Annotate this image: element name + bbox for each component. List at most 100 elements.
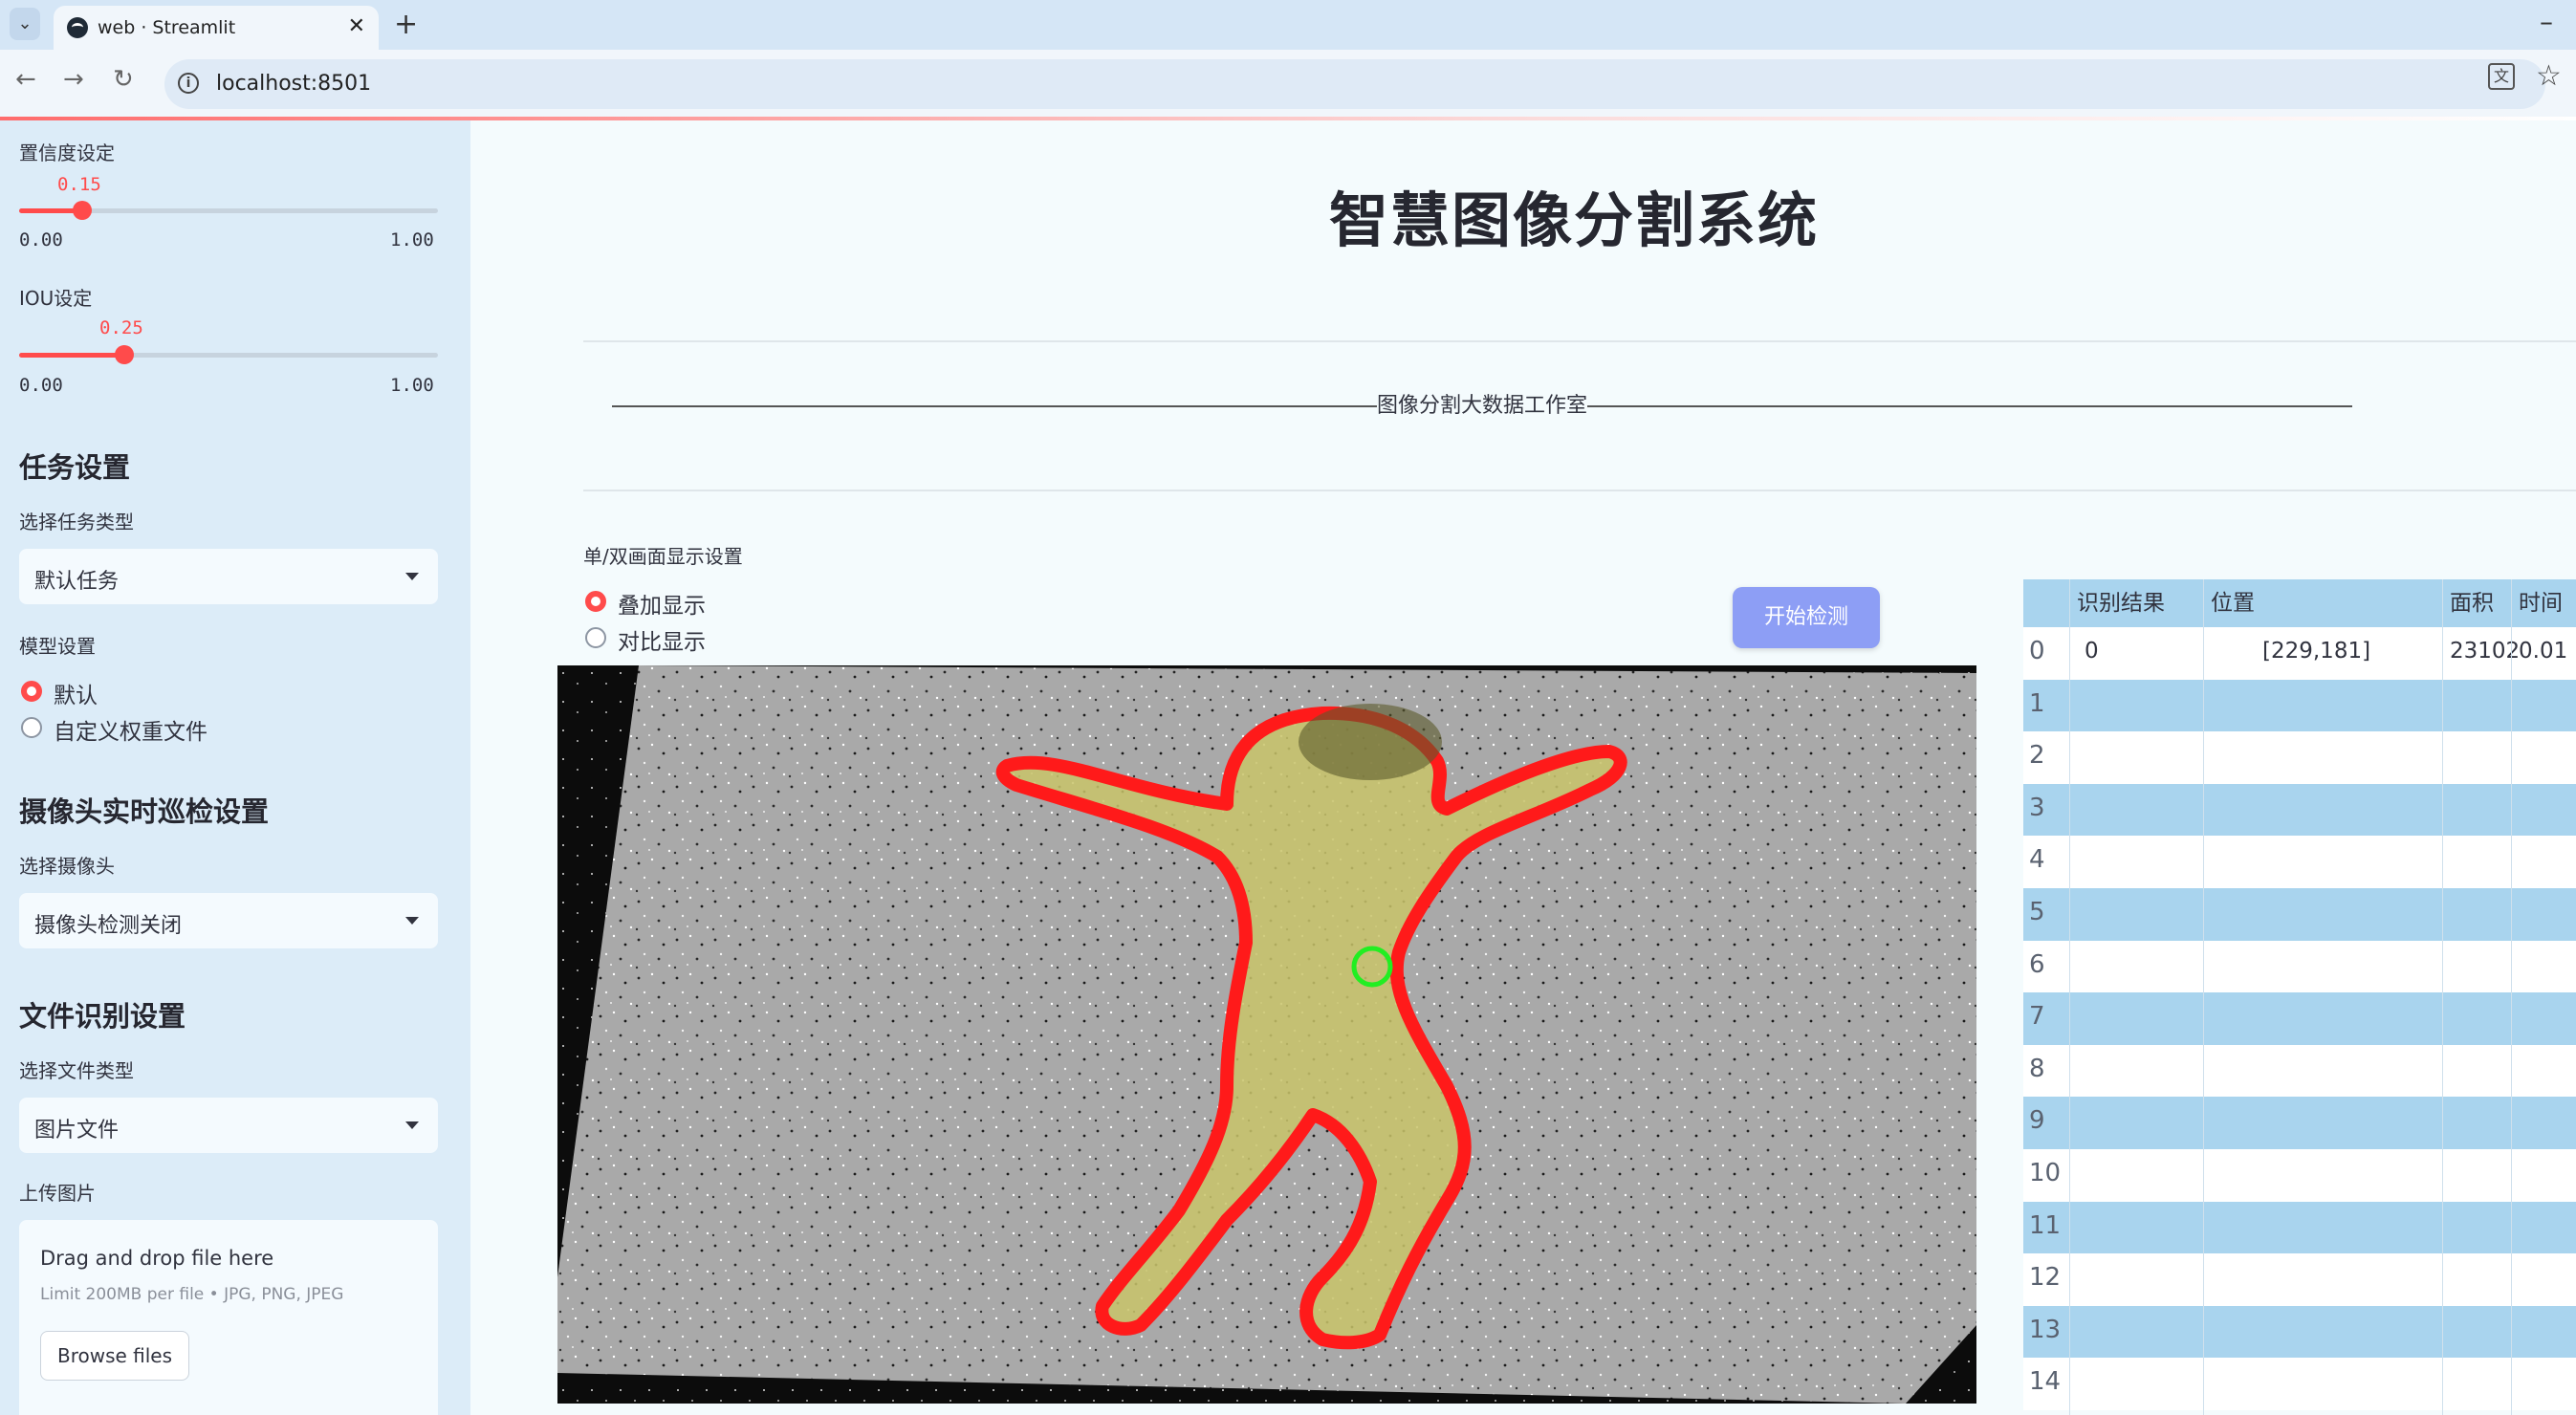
- column-header-area[interactable]: 面积: [2450, 579, 2494, 627]
- row-index: 14: [2029, 1367, 2062, 1397]
- file-type-select[interactable]: 图片文件: [19, 1098, 438, 1153]
- reload-icon[interactable]: ↻: [113, 65, 134, 94]
- display-radio-overlay[interactable]: [585, 591, 606, 612]
- task-type-select[interactable]: 默认任务: [19, 549, 438, 604]
- row-index: 13: [2029, 1315, 2062, 1344]
- display-mode-label: 单/双画面显示设置: [583, 545, 743, 568]
- file-type-label: 选择文件类型: [19, 1059, 134, 1082]
- column-divider: [2069, 579, 2070, 1415]
- model-radio-custom[interactable]: [21, 717, 42, 738]
- browser-address-bar: ← → ↻ i localhost:8501: [0, 50, 2576, 117]
- row-index: 11: [2029, 1210, 2062, 1240]
- model-label: 模型设置: [19, 635, 96, 658]
- column-divider: [2442, 579, 2443, 1415]
- cell-position: [229,181]: [2262, 639, 2371, 664]
- table-row[interactable]: 13: [2023, 1305, 2576, 1359]
- iou-slider-fill: [19, 353, 124, 358]
- row-index: 6: [2029, 949, 2045, 979]
- table-row[interactable]: 14: [2023, 1358, 2576, 1410]
- iou-min: 0.00: [19, 375, 63, 396]
- results-table: 识别结果 位置 面积 时间 0 0 [229,181] 23102 0.01 1 2 3 4 5 6…: [2023, 579, 2576, 1415]
- back-arrow-icon[interactable]: ←: [15, 65, 36, 94]
- confidence-min: 0.00: [19, 229, 63, 250]
- column-header-position[interactable]: 位置: [2211, 579, 2255, 627]
- row-index: 2: [2029, 741, 2045, 771]
- table-row[interactable]: 0 0 [229,181] 23102 0.01: [2023, 627, 2576, 680]
- model-option-default[interactable]: 默认: [54, 677, 98, 709]
- confidence-max: 1.00: [390, 229, 434, 250]
- streamlit-favicon-icon: [67, 17, 88, 38]
- close-tab-icon[interactable]: ✕: [348, 14, 365, 38]
- new-tab-icon[interactable]: +: [394, 8, 418, 41]
- camera-select[interactable]: 摄像头检测关闭: [19, 893, 438, 948]
- subtitle-line: 图像分割大数据工作室: [583, 388, 2381, 419]
- row-index: 4: [2029, 845, 2045, 875]
- iou-label: IOU设定: [19, 287, 93, 310]
- table-row[interactable]: 12: [2023, 1253, 2576, 1306]
- start-detection-button[interactable]: 开始检测: [1733, 587, 1880, 648]
- table-row[interactable]: 2: [2023, 731, 2576, 784]
- table-row[interactable]: 9: [2023, 1097, 2576, 1149]
- display-radio-compare[interactable]: [585, 627, 606, 648]
- row-index: 12: [2029, 1263, 2062, 1293]
- row-index: 8: [2029, 1054, 2045, 1083]
- display-option-overlay[interactable]: 叠加显示: [618, 587, 706, 620]
- minimize-window-icon[interactable]: –: [2540, 6, 2553, 37]
- tab-list-dropdown-icon[interactable]: ⌄: [10, 8, 40, 40]
- column-header-result[interactable]: 识别结果: [2077, 579, 2165, 627]
- table-row[interactable]: 10: [2023, 1149, 2576, 1202]
- chevron-down-icon: [405, 573, 419, 580]
- confidence-slider[interactable]: [19, 201, 438, 220]
- camera-label: 选择摄像头: [19, 855, 115, 878]
- bookmark-star-icon[interactable]: ☆: [2536, 59, 2562, 93]
- upload-label: 上传图片: [19, 1182, 96, 1205]
- table-row[interactable]: 7: [2023, 992, 2576, 1045]
- camera-heading: 摄像头实时巡检设置: [19, 795, 270, 828]
- task-heading: 任务设置: [19, 451, 131, 484]
- column-divider: [2203, 579, 2204, 1415]
- table-row[interactable]: 3: [2023, 783, 2576, 837]
- model-radio-default[interactable]: [21, 681, 42, 702]
- confidence-slider-thumb[interactable]: [72, 201, 92, 220]
- browse-files-button[interactable]: Browse files: [40, 1331, 189, 1381]
- table-row[interactable]: 8: [2023, 1044, 2576, 1098]
- segmentation-result-image: [557, 665, 1976, 1404]
- site-info-icon[interactable]: i: [178, 73, 199, 94]
- page-title: 智慧图像分割系统: [1329, 185, 1820, 255]
- url-text: localhost:8501: [216, 72, 372, 96]
- subtitle: 图像分割大数据工作室: [1376, 394, 1587, 418]
- row-index: 9: [2029, 1106, 2045, 1136]
- chevron-down-icon: [405, 1121, 419, 1129]
- table-row[interactable]: 1: [2023, 679, 2576, 732]
- task-type-label: 选择任务类型: [19, 511, 134, 533]
- url-field[interactable]: i localhost:8501: [164, 59, 2545, 109]
- iou-slider[interactable]: [19, 345, 438, 364]
- table-row[interactable]: 6: [2023, 940, 2576, 993]
- browser-tab-bar: ⌄ web · Streamlit ✕ + –: [0, 0, 2576, 50]
- task-type-selected: 默认任务: [34, 570, 120, 594]
- column-header-time[interactable]: 时间: [2519, 579, 2563, 627]
- row-index: 7: [2029, 1002, 2045, 1032]
- row-index: 10: [2029, 1159, 2062, 1187]
- table-row[interactable]: 11: [2023, 1201, 2576, 1254]
- confidence-value: 0.15: [57, 174, 101, 195]
- file-dropzone[interactable]: Drag and drop file here Limit 200MB per …: [19, 1220, 438, 1415]
- cell-time: 0.01: [2519, 639, 2568, 664]
- file-type-selected: 图片文件: [34, 1119, 120, 1143]
- cell-area: 23102: [2450, 639, 2521, 664]
- translate-icon[interactable]: 文: [2488, 63, 2515, 90]
- iou-slider-thumb[interactable]: [114, 345, 134, 364]
- row-index: 3: [2029, 793, 2045, 822]
- table-row[interactable]: 4: [2023, 836, 2576, 888]
- iou-max: 1.00: [390, 375, 434, 396]
- model-option-custom[interactable]: 自定义权重文件: [54, 713, 207, 746]
- dropzone-hint: Limit 200MB per file • JPG, PNG, JPEG: [40, 1285, 344, 1304]
- tab-title: web · Streamlit: [98, 17, 236, 38]
- display-option-compare[interactable]: 对比显示: [618, 623, 706, 656]
- forward-arrow-icon[interactable]: →: [63, 65, 84, 94]
- browser-tab[interactable]: web · Streamlit ✕: [54, 6, 379, 50]
- row-index: 1: [2029, 688, 2045, 718]
- table-row[interactable]: 5: [2023, 888, 2576, 941]
- row-index: 5: [2029, 898, 2045, 926]
- column-divider: [2511, 579, 2512, 1415]
